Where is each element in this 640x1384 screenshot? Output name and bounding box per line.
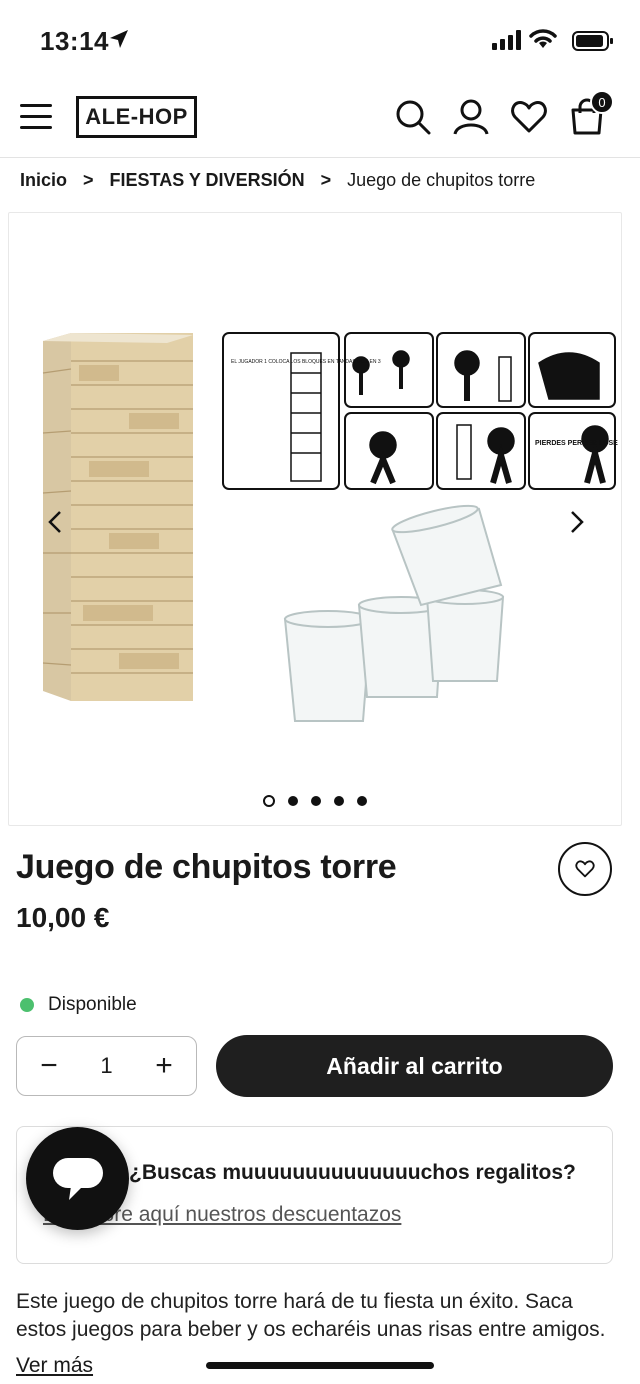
- gallery-dot[interactable]: [311, 796, 321, 806]
- site-header: ALE-HOP 0: [0, 80, 640, 158]
- menu-icon[interactable]: [20, 104, 52, 132]
- signal-icon: [492, 30, 521, 50]
- home-indicator: [206, 1362, 434, 1369]
- decrease-quantity-button[interactable]: −: [37, 1049, 61, 1083]
- battery-icon: [572, 31, 613, 51]
- product-image-gallery[interactable]: EL JUGADOR 1 COLOCA LOS BLOQUES EN TANDA…: [8, 212, 622, 826]
- gallery-pagination: [9, 795, 621, 807]
- heart-icon[interactable]: [510, 98, 548, 136]
- promo-question: ¿Buscas muuuuuuuuuuuuuuchos regalitos?: [129, 1161, 576, 1184]
- status-bar: 13:14: [0, 0, 640, 80]
- breadcrumb: Inicio > FIESTAS Y DIVERSIÓN > Juego de …: [20, 170, 535, 191]
- product-description: Este juego de chupitos torre hará de tu …: [16, 1290, 606, 1341]
- search-icon[interactable]: [394, 98, 432, 136]
- breadcrumb-separator: >: [320, 170, 332, 190]
- shot-glasses-image: [283, 504, 505, 722]
- add-to-cart-button[interactable]: Añadir al carrito: [216, 1035, 613, 1097]
- availability-status: Disponible: [20, 994, 137, 1016]
- increase-quantity-button[interactable]: +: [152, 1049, 176, 1083]
- next-image-arrow-icon[interactable]: [561, 507, 591, 537]
- chat-button[interactable]: [26, 1127, 129, 1230]
- gallery-dot[interactable]: [288, 796, 298, 806]
- chat-bubble-icon: [52, 1157, 103, 1200]
- instruction-text-lose: PIERDES PERDER LOSE: [535, 440, 618, 447]
- logo[interactable]: ALE-HOP: [76, 96, 197, 138]
- cart-button[interactable]: 0: [568, 90, 614, 136]
- user-icon[interactable]: [452, 98, 490, 136]
- product-price: 10,00 €: [16, 902, 110, 933]
- instruction-text-1: EL JUGADOR 1 COLOCA LOS BLOQUES EN TANDA…: [231, 359, 381, 365]
- gallery-dot[interactable]: [334, 796, 344, 806]
- breadcrumb-category[interactable]: FIESTAS Y DIVERSIÓN: [110, 170, 305, 191]
- quantity-stepper: − 1 +: [16, 1036, 197, 1096]
- read-more-link[interactable]: Ver más: [16, 1354, 93, 1378]
- breadcrumb-current: Juego de chupitos torre: [347, 170, 536, 190]
- wifi-icon: [529, 29, 557, 48]
- previous-image-arrow-icon[interactable]: [41, 507, 71, 537]
- breadcrumb-home[interactable]: Inicio: [20, 170, 67, 191]
- location-arrow-icon: [110, 30, 128, 48]
- product-image: EL JUGADOR 1 COLOCA LOS BLOQUES EN TANDA…: [42, 332, 618, 722]
- breadcrumb-separator: >: [83, 170, 94, 190]
- availability-label: Disponible: [48, 994, 137, 1015]
- gallery-dot[interactable]: [357, 796, 367, 806]
- cart-count-badge: 0: [590, 90, 614, 114]
- status-time: 13:14: [40, 26, 109, 56]
- gallery-dot[interactable]: [263, 795, 275, 807]
- heart-icon: [575, 860, 595, 878]
- product-title: Juego de chupitos torre: [16, 848, 397, 886]
- quantity-value[interactable]: 1: [100, 1053, 112, 1079]
- add-to-wishlist-button[interactable]: [558, 842, 612, 896]
- availability-dot-icon: [20, 998, 34, 1012]
